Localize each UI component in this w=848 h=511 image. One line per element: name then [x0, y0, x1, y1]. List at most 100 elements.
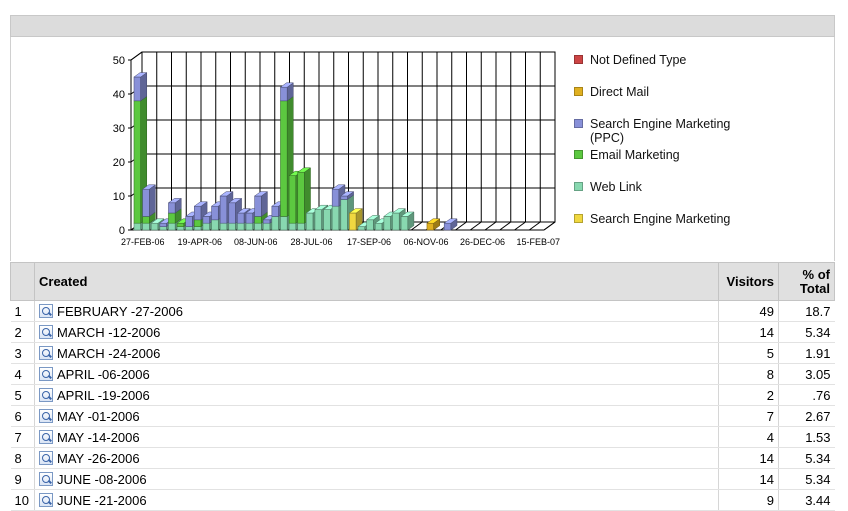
- legend-label: Web Link: [590, 180, 642, 194]
- bar-segment: [159, 222, 167, 227]
- created-cell[interactable]: MAY -14-2006: [34, 426, 719, 448]
- legend-swatch: [574, 55, 583, 64]
- legend-label: Search Engine Marketing (PPC): [590, 117, 731, 145]
- search-report-icon[interactable]: [39, 492, 53, 507]
- table-row[interactable]: 4 APRIL -06-2006 8 3.05: [10, 363, 835, 385]
- visitors-cell: 2: [718, 384, 779, 406]
- pct-total-column-header[interactable]: % of Total: [778, 262, 835, 301]
- search-report-icon[interactable]: [39, 303, 53, 318]
- row-index: 7: [10, 426, 35, 448]
- bar-segment: [366, 219, 374, 231]
- table-row[interactable]: 3 MARCH -24-2006 5 1.91: [10, 342, 835, 364]
- pct-total-cell: 5.34: [778, 447, 835, 469]
- bar-segment: [194, 219, 202, 227]
- table-row[interactable]: 9 JUNE -08-2006 14 5.34: [10, 468, 835, 490]
- bar-segment: [211, 219, 219, 231]
- bar-segment: [150, 222, 159, 231]
- search-report-icon[interactable]: [39, 471, 53, 486]
- table-row[interactable]: 6 MAY -01-2006 7 2.67: [10, 405, 835, 427]
- legend-swatch: [574, 182, 583, 191]
- bar-segment: [426, 222, 435, 231]
- created-date-text: APRIL -06-2006: [57, 366, 150, 382]
- axis-edge: [130, 51, 143, 61]
- row-index: 10: [10, 489, 35, 511]
- created-cell[interactable]: MARCH -24-2006: [34, 342, 719, 364]
- pct-total-cell: 18.7: [778, 300, 835, 322]
- created-cell[interactable]: MAY -01-2006: [34, 405, 719, 427]
- visitors-cell: 7: [718, 405, 779, 427]
- y-tick-label: 20: [113, 157, 125, 169]
- bar-segment: [245, 222, 254, 231]
- table-row[interactable]: 1 FEBRUARY -27-2006 49 18.7: [10, 300, 835, 322]
- created-date-text: MAY -01-2006: [57, 408, 140, 424]
- bar-segment: [262, 222, 271, 231]
- panel-header-bar: [10, 15, 835, 37]
- bar-segment: [280, 86, 288, 102]
- table-row[interactable]: 8 MAY -26-2006 14 5.34: [10, 447, 835, 469]
- bar-segment: [254, 195, 262, 217]
- bar-segment: [237, 222, 245, 231]
- x-tick-label: 17-SEP-06: [347, 237, 391, 247]
- y-tick-label: 50: [113, 55, 125, 67]
- created-cell[interactable]: MAY -26-2006: [34, 447, 719, 469]
- visitors-cell: 14: [718, 468, 779, 490]
- bar-segment: [142, 216, 150, 224]
- floor-line: [514, 221, 526, 231]
- search-report-icon[interactable]: [39, 345, 53, 360]
- created-date-text: JUNE -21-2006: [57, 492, 147, 508]
- floor-line: [499, 221, 512, 231]
- table-row[interactable]: 5 APRIL -19-2006 2.76: [10, 384, 835, 406]
- created-cell[interactable]: FEBRUARY -27-2006: [34, 300, 719, 322]
- x-tick-label: 26-DEC-06: [460, 237, 505, 247]
- created-date-text: MAY -26-2006: [57, 450, 140, 466]
- bar-segment: [288, 222, 297, 231]
- x-tick-label: 27-FEB-06: [121, 237, 165, 247]
- visitors-cell: 14: [718, 321, 779, 343]
- search-report-icon[interactable]: [39, 366, 53, 381]
- x-tick-label: 19-APR-06: [178, 237, 223, 247]
- created-date-text: FEBRUARY -27-2006: [57, 303, 183, 319]
- bar-segment: [297, 222, 305, 231]
- bar-segment: [340, 195, 348, 200]
- visitors-cell: 5: [718, 342, 779, 364]
- row-index: 8: [10, 447, 35, 469]
- bar-segment: [349, 212, 357, 231]
- legend-swatch: [574, 214, 583, 223]
- bar-segment: [262, 219, 271, 224]
- y-tick-label: 30: [113, 123, 125, 135]
- legend-label: Search Engine Marketing: [590, 212, 731, 226]
- row-index: 9: [10, 468, 35, 490]
- bar-side: [149, 184, 156, 217]
- created-cell[interactable]: JUNE -21-2006: [34, 489, 719, 511]
- created-cell[interactable]: MARCH -12-2006: [34, 321, 719, 343]
- pct-header-line2: Total: [799, 280, 830, 296]
- bar-segment: [331, 205, 340, 231]
- bar-segment: [133, 222, 142, 231]
- table-row[interactable]: 2 MARCH -12-2006 14 5.34: [10, 321, 835, 343]
- bar-segment: [194, 226, 202, 231]
- visitors-column-header[interactable]: Visitors: [718, 262, 779, 301]
- created-column-header[interactable]: Created: [34, 262, 719, 301]
- table-row[interactable]: 10 JUNE -21-2006 9 3.44: [10, 489, 835, 511]
- search-report-icon[interactable]: [39, 408, 53, 423]
- search-report-icon[interactable]: [39, 450, 53, 465]
- bar-segment: [271, 205, 279, 217]
- created-cell[interactable]: JUNE -08-2006: [34, 468, 719, 490]
- search-report-icon[interactable]: [39, 387, 53, 402]
- search-report-icon[interactable]: [39, 429, 53, 444]
- created-cell[interactable]: APRIL -06-2006: [34, 363, 719, 385]
- floor-line: [484, 221, 497, 231]
- row-index: 1: [10, 300, 35, 322]
- x-tick-label: 28-JUL-06: [291, 237, 333, 247]
- row-index: 5: [10, 384, 35, 406]
- visitors-table: Created Visitors % of Total 1 FEBRUARY -2…: [10, 262, 835, 511]
- search-report-icon[interactable]: [39, 324, 53, 339]
- legend-swatch: [574, 119, 583, 128]
- x-tick-label: 06-NOV-06: [404, 237, 449, 247]
- pct-total-cell: 2.67: [778, 405, 835, 427]
- legend-label: Not Defined Type: [590, 53, 687, 67]
- legend-label: Email Marketing: [590, 148, 680, 162]
- created-cell[interactable]: APRIL -19-2006: [34, 384, 719, 406]
- table-row[interactable]: 7 MAY -14-2006 4 1.53: [10, 426, 835, 448]
- bar-segment: [185, 216, 193, 227]
